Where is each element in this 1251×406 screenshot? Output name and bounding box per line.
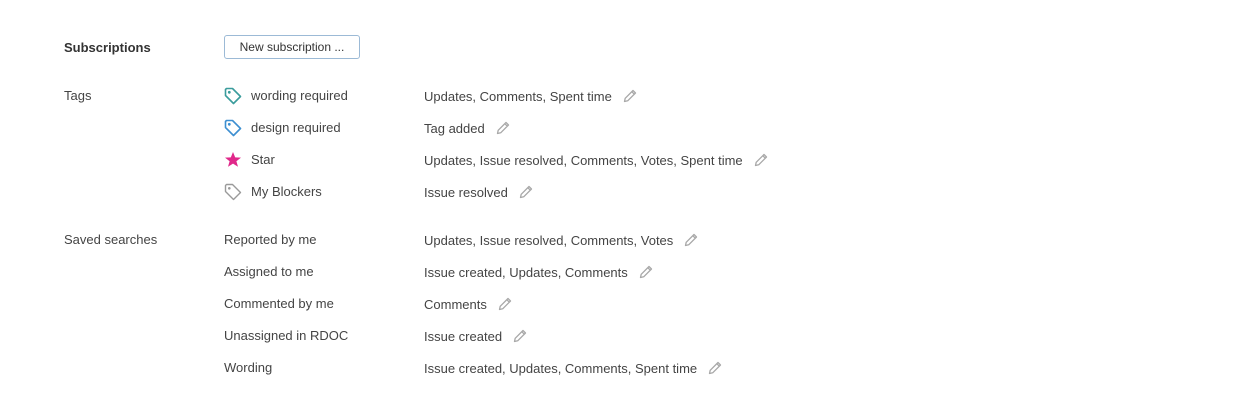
saved-search-name[interactable]: Unassigned in RDOC xyxy=(224,328,348,343)
pencil-icon[interactable] xyxy=(683,232,699,248)
pencil-icon[interactable] xyxy=(753,152,769,168)
tag-icon xyxy=(224,87,242,105)
subscription-events: Updates, Comments, Spent time xyxy=(424,88,612,104)
pencil-icon[interactable] xyxy=(495,120,511,136)
new-subscription-button[interactable]: New subscription ... xyxy=(224,35,360,59)
pencil-icon[interactable] xyxy=(638,264,654,280)
subscription-events: Issue resolved xyxy=(424,184,508,200)
tag-name[interactable]: design required xyxy=(251,120,341,135)
subscription-events: Issue created xyxy=(424,328,503,344)
star-icon xyxy=(224,151,242,169)
subscription-events: Comments xyxy=(424,296,487,312)
saved-search-row: Assigned to me Issue created, Updates, C… xyxy=(0,262,1251,282)
tag-name[interactable]: wording required xyxy=(251,88,348,103)
subscriptions-label: Subscriptions xyxy=(64,40,151,55)
subscription-events: Issue created, Updates, Comments, Spent … xyxy=(424,360,698,376)
tag-row: wording required Updates, Comments, Spen… xyxy=(0,86,1251,106)
tag-icon xyxy=(224,183,242,201)
pencil-icon[interactable] xyxy=(512,328,528,344)
saved-search-name[interactable]: Reported by me xyxy=(224,232,317,247)
tag-row: design required Tag added xyxy=(0,118,1251,138)
saved-search-name[interactable]: Assigned to me xyxy=(224,264,314,279)
tag-icon xyxy=(224,119,242,137)
saved-search-name[interactable]: Commented by me xyxy=(224,296,334,311)
pencil-icon[interactable] xyxy=(707,360,723,376)
saved-search-row: Unassigned in RDOC Issue created xyxy=(0,326,1251,346)
saved-search-row: Wording Issue created, Updates, Comments… xyxy=(0,358,1251,378)
saved-search-row: Reported by me Updates, Issue resolved, … xyxy=(0,230,1251,250)
pencil-icon[interactable] xyxy=(622,88,638,104)
saved-search-name[interactable]: Wording xyxy=(224,360,272,375)
pencil-icon[interactable] xyxy=(497,296,513,312)
pencil-icon[interactable] xyxy=(518,184,534,200)
tag-name[interactable]: My Blockers xyxy=(251,184,322,199)
saved-search-row: Commented by me Comments xyxy=(0,294,1251,314)
subscription-events: Tag added xyxy=(424,120,485,136)
tag-row: Star Updates, Issue resolved, Comments, … xyxy=(0,150,1251,170)
tag-name[interactable]: Star xyxy=(251,152,275,167)
subscription-events: Updates, Issue resolved, Comments, Votes xyxy=(424,232,674,248)
subscription-events: Issue created, Updates, Comments xyxy=(424,264,628,280)
subscription-events: Updates, Issue resolved, Comments, Votes… xyxy=(424,152,743,168)
tag-row: My Blockers Issue resolved xyxy=(0,182,1251,202)
